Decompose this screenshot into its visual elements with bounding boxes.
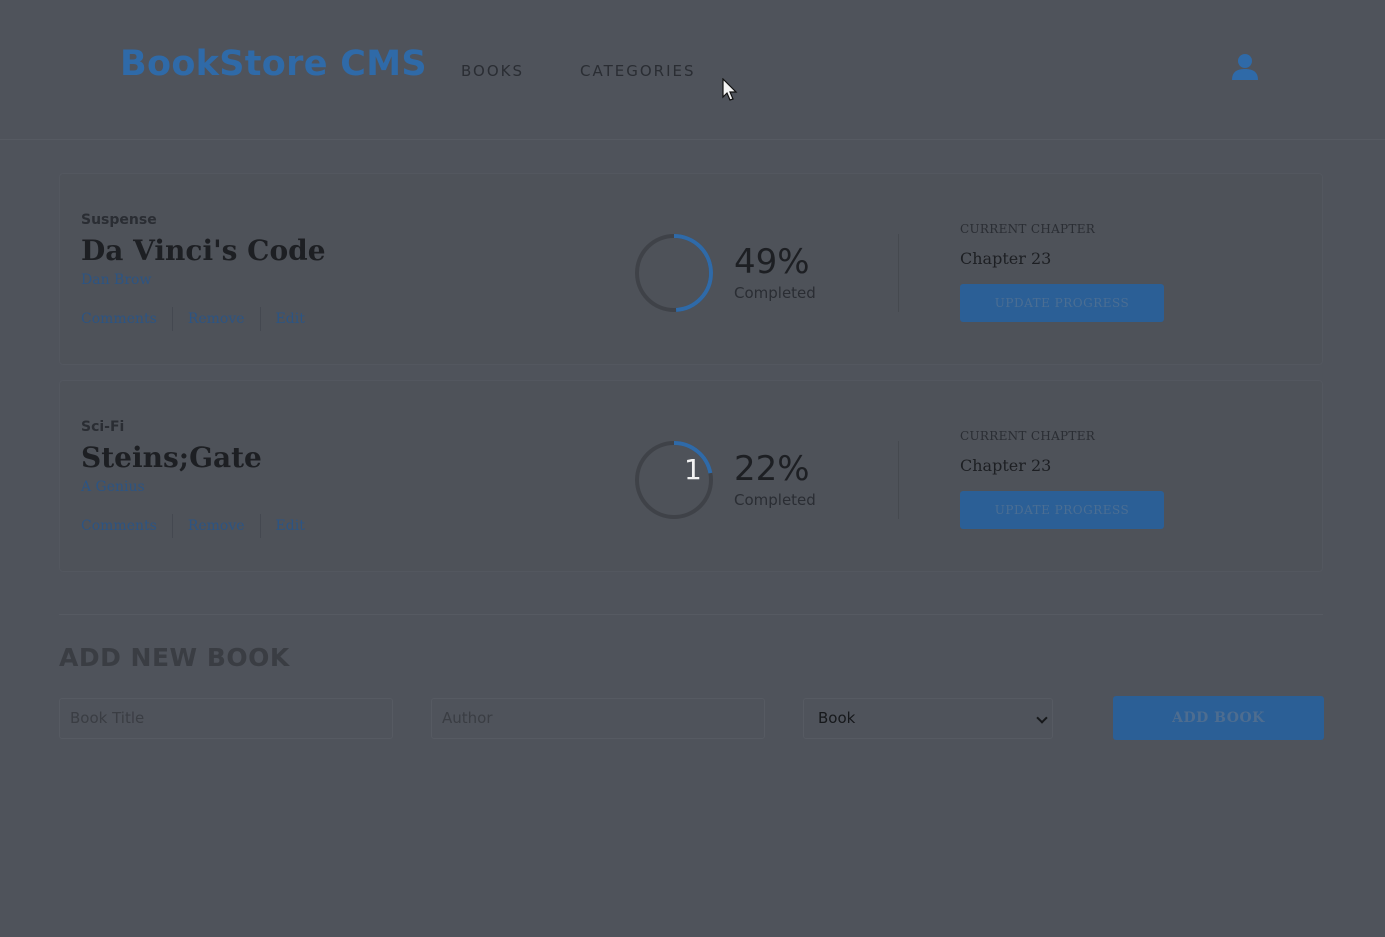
category-select-value: Book xyxy=(818,709,856,727)
book-author[interactable]: A Genius xyxy=(81,479,145,495)
app-header: BookStore CMS BOOKS CATEGORIES xyxy=(0,0,1385,140)
edit-button[interactable]: Edit xyxy=(259,514,320,538)
book-title-input[interactable] xyxy=(59,698,393,739)
card-divider xyxy=(898,234,899,312)
update-progress-button[interactable]: UPDATE PROGRESS xyxy=(960,284,1164,322)
author-input[interactable] xyxy=(431,698,765,739)
edit-button[interactable]: Edit xyxy=(259,307,320,331)
book-title: Da Vinci's Code xyxy=(81,234,326,267)
add-book-heading: ADD NEW BOOK xyxy=(59,643,290,672)
progress-ring xyxy=(635,441,713,519)
progress-percent: 49% xyxy=(734,242,810,282)
remove-button[interactable]: Remove xyxy=(171,307,260,331)
card-divider xyxy=(898,441,899,519)
nav-categories-link[interactable]: CATEGORIES xyxy=(580,62,696,80)
book-actions: Comments Remove Edit xyxy=(81,307,320,331)
nav-books-link[interactable]: BOOKS xyxy=(461,62,524,80)
completed-label: Completed xyxy=(734,491,816,509)
book-title: Steins;Gate xyxy=(81,441,262,474)
remove-button[interactable]: Remove xyxy=(171,514,260,538)
progress-ring-overlay-number: 1 xyxy=(684,453,702,486)
book-card: Suspense Da Vinci's Code Dan Brow Commen… xyxy=(59,173,1323,365)
comments-button[interactable]: Comments xyxy=(81,307,172,331)
progress-percent: 22% xyxy=(734,449,810,489)
book-actions: Comments Remove Edit xyxy=(81,514,320,538)
book-author[interactable]: Dan Brow xyxy=(81,272,151,288)
book-card: Sci-Fi Steins;Gate A Genius Comments Rem… xyxy=(59,380,1323,572)
app-logo[interactable]: BookStore CMS xyxy=(120,44,427,84)
book-genre: Sci-Fi xyxy=(81,419,125,435)
current-chapter-value: Chapter 23 xyxy=(960,249,1052,268)
current-chapter-label: CURRENT CHAPTER xyxy=(960,429,1096,443)
comments-button[interactable]: Comments xyxy=(81,514,172,538)
user-icon[interactable] xyxy=(1228,52,1262,84)
section-divider xyxy=(59,614,1323,615)
current-chapter-value: Chapter 23 xyxy=(960,456,1052,475)
add-book-button[interactable]: ADD BOOK xyxy=(1113,696,1324,740)
current-chapter-label: CURRENT CHAPTER xyxy=(960,222,1096,236)
book-genre: Suspense xyxy=(81,212,157,228)
progress-ring xyxy=(635,234,713,312)
category-select[interactable]: Book xyxy=(803,698,1053,739)
chevron-down-icon xyxy=(1036,712,1048,724)
update-progress-button[interactable]: UPDATE PROGRESS xyxy=(960,491,1164,529)
completed-label: Completed xyxy=(734,284,816,302)
mouse-cursor-icon xyxy=(722,77,738,102)
